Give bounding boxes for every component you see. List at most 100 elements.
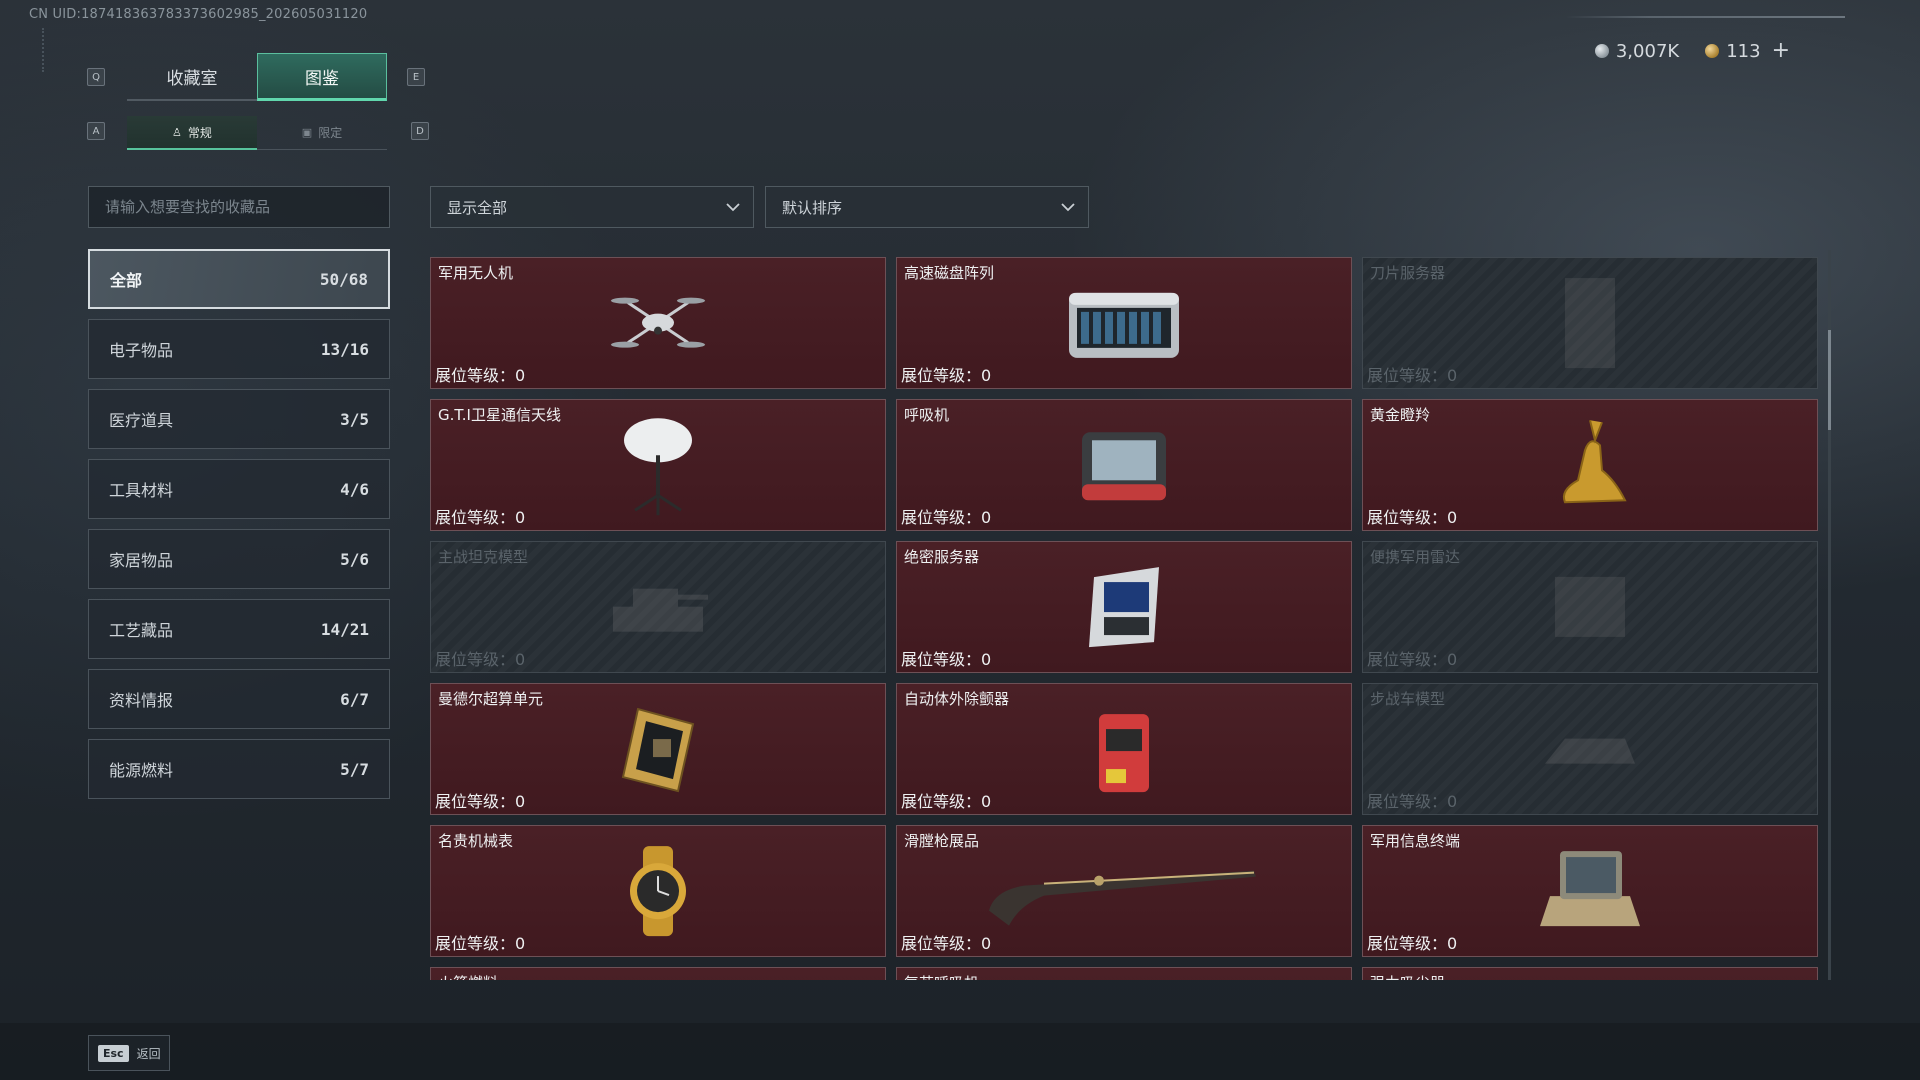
- booth-level-label: 展位等级：: [1367, 366, 1448, 385]
- currency-bar: 3,007K 113 +: [1594, 40, 1790, 62]
- sort-dropdown[interactable]: 默认排序: [765, 186, 1089, 228]
- tab-codex[interactable]: 图鉴: [257, 53, 387, 101]
- category-tools[interactable]: 工具材料 4/6: [88, 459, 390, 519]
- collection-item-card[interactable]: 自动体外除颤器 展位等级：0: [896, 683, 1352, 815]
- radar-icon: [1540, 562, 1640, 656]
- esc-key-hint: Esc: [98, 1044, 129, 1062]
- booth-level-label: 展位等级：: [901, 508, 982, 527]
- collection-item-card[interactable]: 复苏呼吸机: [896, 967, 1352, 980]
- key-hint-d: D: [411, 122, 429, 140]
- category-count: 4/6: [340, 479, 369, 499]
- category-label: 工艺藏品: [109, 621, 174, 640]
- collection-item-card[interactable]: G.T.I卫星通信天线 展位等级：0: [430, 399, 886, 531]
- category-label: 电子物品: [109, 341, 174, 360]
- grid-scrollbar[interactable]: [1828, 250, 1831, 980]
- gold-amount: 113: [1726, 40, 1761, 62]
- category-crafts[interactable]: 工艺藏品 14/21: [88, 599, 390, 659]
- item-name: 火箭燃料: [438, 972, 498, 980]
- booth-level-label: 展位等级：: [1367, 650, 1448, 669]
- player-uid: CN UID:18741836378337360298​5_2026050311…: [29, 7, 368, 22]
- booth-level-value: 0: [515, 508, 526, 527]
- defibrillator-icon: [1084, 699, 1164, 803]
- search-input[interactable]: [105, 198, 389, 216]
- booth-level-label: 展位等级：: [1367, 508, 1448, 527]
- collection-item-card[interactable]: 主战坦克模型 展位等级：0: [430, 541, 886, 673]
- category-label: 家居物品: [109, 551, 174, 570]
- item-name: 自动体外除颤器: [904, 690, 1010, 708]
- booth-level-value: 0: [1447, 934, 1458, 953]
- booth-level-value: 0: [515, 934, 526, 953]
- item-name: 呼吸机: [904, 406, 950, 424]
- golden-gazelle-icon: [1540, 410, 1640, 524]
- musket-icon: [984, 851, 1264, 935]
- collection-item-card[interactable]: 步战车模型 展位等级：0: [1362, 683, 1818, 815]
- booth-level-label: 展位等级：: [435, 934, 516, 953]
- collection-item-card[interactable]: 滑膛枪展品 展位等级：0: [896, 825, 1352, 957]
- tank-model-icon: [603, 567, 713, 651]
- category-medical[interactable]: 医疗道具 3/5: [88, 389, 390, 449]
- item-booth-level: 展位等级：0: [1367, 930, 1457, 954]
- show-filter-dropdown[interactable]: 显示全部: [430, 186, 754, 228]
- category-count: 5/7: [340, 759, 369, 779]
- category-household[interactable]: 家居物品 5/6: [88, 529, 390, 589]
- item-booth-level: 展位等级：0: [901, 930, 991, 954]
- collection-item-card[interactable]: 呼吸机展位等级：0: [896, 399, 1352, 531]
- item-name: 绝密服务器: [904, 548, 980, 566]
- item-name: 刀片服务器: [1370, 264, 1446, 282]
- drone-icon: [603, 283, 713, 367]
- picture-icon: ▣: [301, 126, 313, 139]
- booth-level-value: 0: [981, 934, 992, 953]
- tab-collection-room[interactable]: 收藏室: [127, 53, 257, 101]
- back-button[interactable]: Esc 返回: [88, 1035, 170, 1071]
- booth-level-label: 展位等级：: [901, 366, 982, 385]
- collection-item-card[interactable]: 便携军用雷达 展位等级：0: [1362, 541, 1818, 673]
- category-electronics[interactable]: 电子物品 13/16: [88, 319, 390, 379]
- silver-coin-icon: [1594, 44, 1609, 58]
- collection-item-card[interactable]: 军用信息终端展位等级：0: [1362, 825, 1818, 957]
- subtab-limited[interactable]: ▣ 限定: [257, 116, 387, 150]
- collection-item-card[interactable]: 高速磁盘阵列 展位等级：0: [896, 257, 1352, 389]
- item-booth-level: 展位等级：0: [901, 646, 991, 670]
- item-booth-level: 展位等级：0: [435, 930, 525, 954]
- collection-grid-viewport[interactable]: 军用无人机 展位等级：0 高速磁盘阵列 展位等级：0 刀片服务器 展位等级：0 G.T.I卫…: [430, 257, 1820, 980]
- item-booth-level: 展位等级：0: [1367, 362, 1457, 386]
- category-label: 医疗道具: [109, 411, 174, 430]
- item-booth-level: 展位等级：0: [1367, 788, 1457, 812]
- show-filter-value: 显示全部: [447, 198, 508, 217]
- item-name: 名贵机械表: [438, 832, 514, 850]
- item-name: 军用信息终端: [1370, 832, 1461, 850]
- search-box[interactable]: [88, 186, 390, 228]
- item-name: 便携军用雷达: [1370, 548, 1461, 566]
- item-booth-level: 展位等级：0: [901, 362, 991, 386]
- collection-item-card[interactable]: 黄金瞪羚 展位等级：0: [1362, 399, 1818, 531]
- collection-item-card[interactable]: 强力吸尘器: [1362, 967, 1818, 980]
- collection-item-card[interactable]: 绝密服务器展位等级：0: [896, 541, 1352, 673]
- side-decoration: [42, 28, 48, 72]
- collection-item-card[interactable]: 火箭燃料: [430, 967, 886, 980]
- booth-level-value: 0: [981, 508, 992, 527]
- category-count: 6/7: [340, 689, 369, 709]
- collection-item-card[interactable]: 军用无人机 展位等级：0: [430, 257, 886, 389]
- item-name: 军用无人机: [438, 264, 514, 282]
- booth-level-label: 展位等级：: [901, 650, 982, 669]
- subtab-limited-label: 限定: [318, 126, 343, 140]
- item-booth-level: 展位等级：0: [901, 504, 991, 528]
- supercomputer-unit-icon: [608, 699, 708, 803]
- collection-item-card[interactable]: 曼德尔超算单元 展位等级：0: [430, 683, 886, 815]
- booth-level-value: 0: [981, 792, 992, 811]
- category-intel[interactable]: 资料情报 6/7: [88, 669, 390, 729]
- blade-server-icon: [1555, 273, 1625, 377]
- sub-tabs: ♙ 常规 ▣ 限定: [127, 116, 387, 150]
- subtab-regular-label: 常规: [187, 125, 212, 140]
- add-currency-plus-icon[interactable]: +: [1772, 40, 1790, 62]
- scroll-thumb[interactable]: [1828, 330, 1831, 430]
- subtab-regular[interactable]: ♙ 常规: [127, 116, 257, 150]
- category-all[interactable]: 全部 50/68: [88, 249, 390, 309]
- watch-icon: [613, 841, 703, 945]
- category-energy[interactable]: 能源燃料 5/7: [88, 739, 390, 799]
- item-name: 黄金瞪羚: [1370, 406, 1431, 424]
- collection-item-card[interactable]: 名贵机械表展位等级：0: [430, 825, 886, 957]
- collection-item-card[interactable]: 刀片服务器展位等级：0: [1362, 257, 1818, 389]
- sort-value: 默认排序: [782, 198, 843, 217]
- disk-array-icon: [1059, 278, 1189, 372]
